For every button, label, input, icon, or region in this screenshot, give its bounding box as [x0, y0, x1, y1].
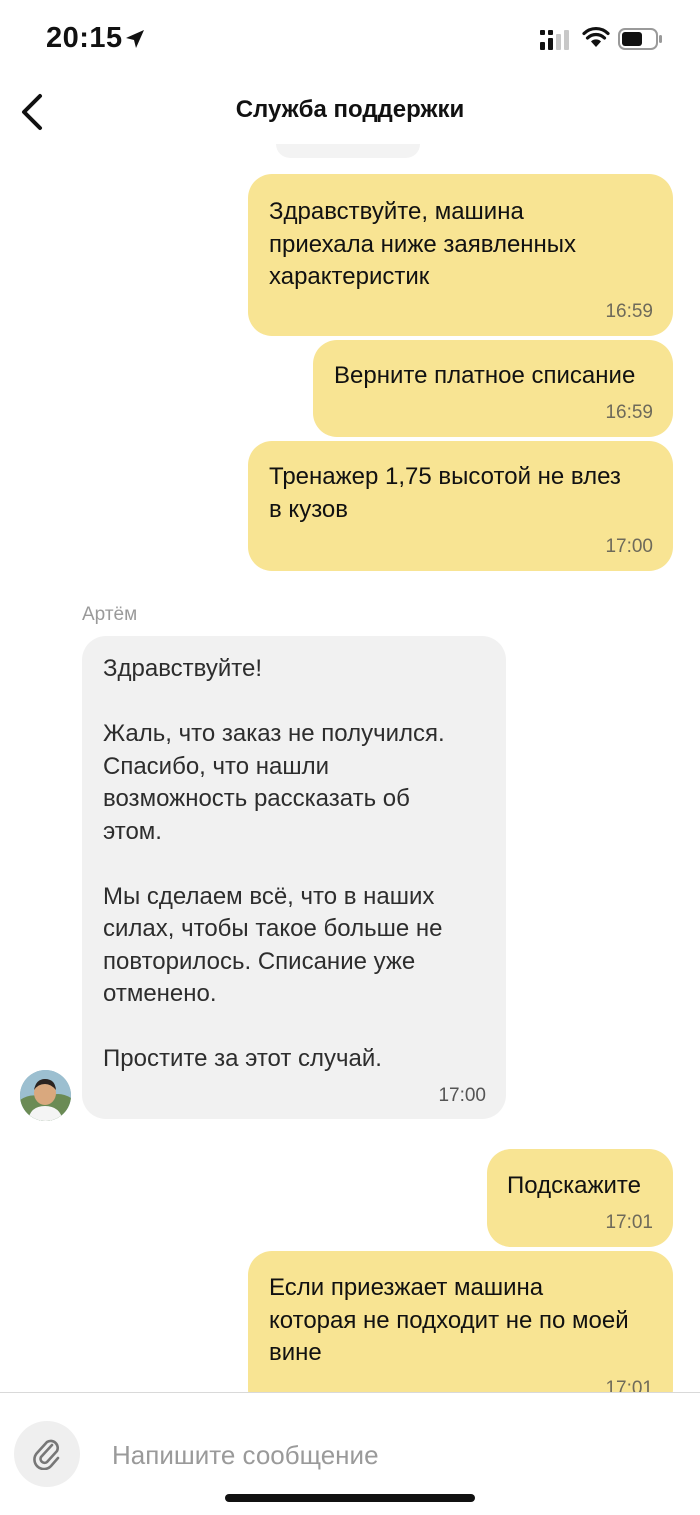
- previous-message-edge: [276, 144, 420, 158]
- message-text: Тренажер 1,75 высотой не влез в кузов: [269, 463, 621, 523]
- sender-name: Артём: [82, 604, 138, 625]
- message-text: Здравствуйте, машина приехала ниже заявл…: [269, 198, 577, 290]
- cellular-signal-icon: [540, 30, 569, 50]
- message-text: Если приезжает машина которая не подходи…: [269, 1274, 629, 1366]
- chat-messages[interactable]: Здравствуйте, машина приехала ниже заявл…: [0, 144, 700, 1392]
- chat-header: Служба поддержки: [0, 80, 700, 144]
- location-arrow-icon: [126, 30, 144, 48]
- message-bubble-outgoing[interactable]: Если приезжает машина которая не подходи…: [248, 1251, 673, 1392]
- message-time: 17:01: [605, 1378, 653, 1392]
- message-bubble-outgoing[interactable]: Тренажер 1,75 высотой не влез в кузов 17…: [248, 441, 673, 571]
- message-text: Здравствуйте! Жаль, что заказ не получил…: [103, 655, 445, 1072]
- battery-icon: [618, 28, 662, 50]
- message-bubble-outgoing[interactable]: Здравствуйте, машина приехала ниже заявл…: [248, 174, 673, 336]
- message-text: Подскажите: [507, 1172, 641, 1199]
- page-title: Служба поддержки: [235, 96, 465, 123]
- message-bubble-outgoing[interactable]: Подскажите 17:01: [487, 1149, 673, 1247]
- support-agent-avatar[interactable]: [20, 1070, 71, 1121]
- status-bar: 20:15: [0, 0, 700, 80]
- paperclip-icon: [33, 1439, 60, 1470]
- message-time: 16:59: [605, 402, 653, 423]
- message-time: 17:01: [605, 1212, 653, 1233]
- message-bubble-outgoing[interactable]: Верните платное списание 16:59: [313, 340, 673, 437]
- message-time: 17:00: [605, 536, 653, 557]
- message-time: 16:59: [605, 301, 653, 322]
- message-time: 17:00: [438, 1085, 486, 1106]
- status-time: 20:15: [46, 22, 123, 54]
- message-composer: [0, 1393, 700, 1515]
- home-indicator: [225, 1494, 475, 1502]
- message-text: Верните платное списание: [334, 362, 636, 389]
- attach-button[interactable]: [14, 1421, 80, 1487]
- message-input[interactable]: [100, 1429, 660, 1481]
- message-bubble-incoming[interactable]: Здравствуйте! Жаль, что заказ не получил…: [82, 636, 506, 1119]
- wifi-icon: [582, 26, 610, 47]
